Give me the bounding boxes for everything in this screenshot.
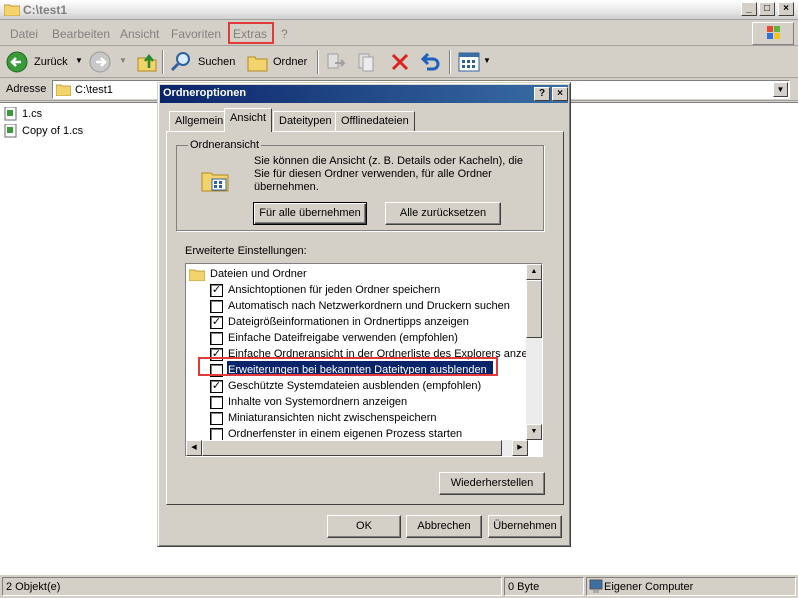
- setting-label: Dateigrößeinformationen in Ordnertipps a…: [228, 316, 469, 328]
- folder-view-icon: [201, 172, 229, 192]
- setting-checkbox[interactable]: [210, 412, 223, 425]
- tree-root-label: Dateien und Ordner: [210, 268, 307, 280]
- menu-datei[interactable]: Datei: [10, 27, 38, 41]
- status-location: Eigener Computer: [604, 581, 694, 593]
- vertical-scrollbar[interactable]: ▲ ▼: [526, 264, 542, 440]
- folders-button[interactable]: Ordner: [273, 56, 307, 68]
- cs-file-icon: [4, 107, 17, 121]
- folder-view-label: Ordneransicht: [188, 139, 262, 151]
- dialog-title-bar[interactable]: Ordneroptionen ? ×: [160, 85, 568, 103]
- setting-label: Ansichtoptionen für jeden Ordner speiche…: [228, 284, 441, 296]
- status-size-panel: 0 Byte: [504, 577, 584, 596]
- copy-to-icon[interactable]: [356, 51, 378, 73]
- ok-button[interactable]: OK: [327, 515, 401, 538]
- restore-defaults-button[interactable]: Wiederherstellen: [439, 472, 545, 495]
- forward-dropdown-icon[interactable]: ▼: [119, 56, 127, 65]
- setting-label: Miniaturansichten nicht zwischenspeicher…: [228, 412, 437, 424]
- setting-checkbox[interactable]: ✓: [210, 316, 223, 329]
- scroll-thumb[interactable]: [202, 440, 502, 456]
- window-title: C:\test1: [23, 3, 68, 17]
- address-label: Adresse: [6, 83, 47, 95]
- advanced-settings-label: Erweiterte Einstellungen:: [185, 245, 307, 257]
- setting-highlight-box: [198, 357, 498, 376]
- setting-label: Einfache Dateifreigabe verwenden (empfoh…: [228, 332, 458, 344]
- setting-label: Ordnerfenster in einem eigenen Prozess s…: [228, 428, 463, 440]
- search-button[interactable]: Suchen: [198, 56, 235, 68]
- views-dropdown-icon[interactable]: ▼: [483, 56, 491, 65]
- folder-view-description: Sie können die Ansicht (z. B. Details od…: [254, 155, 524, 193]
- scroll-right-icon[interactable]: ▶: [512, 440, 528, 456]
- tab-dateitypen[interactable]: Dateitypen: [273, 111, 338, 131]
- folder-icon: [4, 4, 20, 16]
- scroll-up-icon[interactable]: ▲: [526, 264, 542, 280]
- tab-allgemein[interactable]: Allgemein: [169, 111, 230, 131]
- folder-icon: [189, 269, 205, 281]
- computer-icon: [589, 579, 603, 593]
- search-icon[interactable]: [169, 51, 193, 73]
- views-icon[interactable]: [458, 52, 480, 72]
- minimize-button[interactable]: _: [741, 2, 757, 16]
- setting-label: Automatisch nach Netzwerkordnern und Dru…: [228, 300, 510, 312]
- toolbar-separator: [162, 50, 164, 74]
- delete-icon[interactable]: [389, 51, 411, 73]
- address-value: C:\test1: [75, 84, 113, 96]
- horizontal-scrollbar[interactable]: ◀ ▶: [186, 440, 528, 456]
- folder-options-dialog: Ordneroptionen ? × Allgemein Ansicht Dat…: [157, 82, 571, 547]
- toolbar-separator: [317, 50, 319, 74]
- setting-checkbox[interactable]: [210, 396, 223, 409]
- address-dropdown-icon[interactable]: ▼: [773, 82, 788, 97]
- scroll-thumb[interactable]: [526, 280, 542, 338]
- toolbar-separator: [449, 50, 451, 74]
- maximize-button[interactable]: □: [759, 2, 775, 16]
- back-button[interactable]: Zurück: [34, 56, 68, 68]
- cs-file-icon: [4, 124, 17, 138]
- setting-checkbox[interactable]: ✓: [210, 284, 223, 297]
- close-button[interactable]: ×: [778, 2, 794, 16]
- setting-label: Geschützte Systemdateien ausblenden (emp…: [228, 380, 482, 392]
- title-bar[interactable]: C:\test1 _ □ ×: [0, 0, 798, 20]
- dialog-title: Ordneroptionen: [163, 87, 247, 99]
- menu-favoriten[interactable]: Favoriten: [171, 27, 221, 41]
- cancel-button[interactable]: Abbrechen: [406, 515, 482, 538]
- move-to-icon[interactable]: [325, 51, 347, 73]
- menu-help[interactable]: ?: [281, 27, 288, 41]
- tab-offlinedateien[interactable]: Offlinedateien: [335, 111, 415, 131]
- menu-bearbeiten[interactable]: Bearbeiten: [52, 27, 110, 41]
- status-objects-panel: 2 Objekt(e): [2, 577, 502, 596]
- back-dropdown-icon[interactable]: ▼: [75, 56, 83, 65]
- status-bar: 2 Objekt(e) 0 Byte Eigener Computer: [0, 576, 798, 598]
- dialog-close-button[interactable]: ×: [552, 87, 568, 101]
- toolbar: Zurück ▼ ▼ Suchen Ordner ▼: [0, 47, 798, 78]
- file-name: 1.cs: [22, 108, 43, 120]
- status-size: 0 Byte: [508, 581, 540, 593]
- reset-all-folders-button[interactable]: Alle zurücksetzen: [385, 202, 501, 225]
- apply-to-all-folders-button[interactable]: Für alle übernehmen: [253, 202, 367, 225]
- setting-checkbox[interactable]: [210, 332, 223, 345]
- back-arrow-icon[interactable]: [6, 51, 28, 73]
- forward-arrow-icon[interactable]: [89, 51, 111, 73]
- scroll-left-icon[interactable]: ◀: [186, 440, 202, 456]
- menu-ansicht[interactable]: Ansicht: [120, 27, 159, 41]
- status-location-panel: Eigener Computer: [586, 577, 796, 596]
- scroll-down-icon[interactable]: ▼: [526, 424, 542, 440]
- windows-logo: [752, 22, 794, 45]
- extras-highlight-box: [228, 22, 274, 44]
- file-name: Copy of 1.cs: [22, 125, 84, 137]
- dialog-help-button[interactable]: ?: [534, 87, 550, 101]
- setting-checkbox[interactable]: [210, 300, 223, 313]
- tab-ansicht[interactable]: Ansicht: [224, 108, 273, 132]
- undo-icon[interactable]: [419, 51, 441, 73]
- folder-icon: [56, 84, 71, 96]
- setting-label: Inhalte von Systemordnern anzeigen: [228, 396, 408, 408]
- setting-checkbox[interactable]: ✓: [210, 380, 223, 393]
- folders-icon[interactable]: [246, 51, 270, 73]
- status-objects: 2 Objekt(e): [6, 581, 61, 593]
- up-folder-icon[interactable]: [136, 51, 158, 73]
- apply-button[interactable]: Übernehmen: [488, 515, 562, 538]
- menu-bar: Datei Bearbeiten Ansicht Favoriten Extra…: [0, 21, 798, 46]
